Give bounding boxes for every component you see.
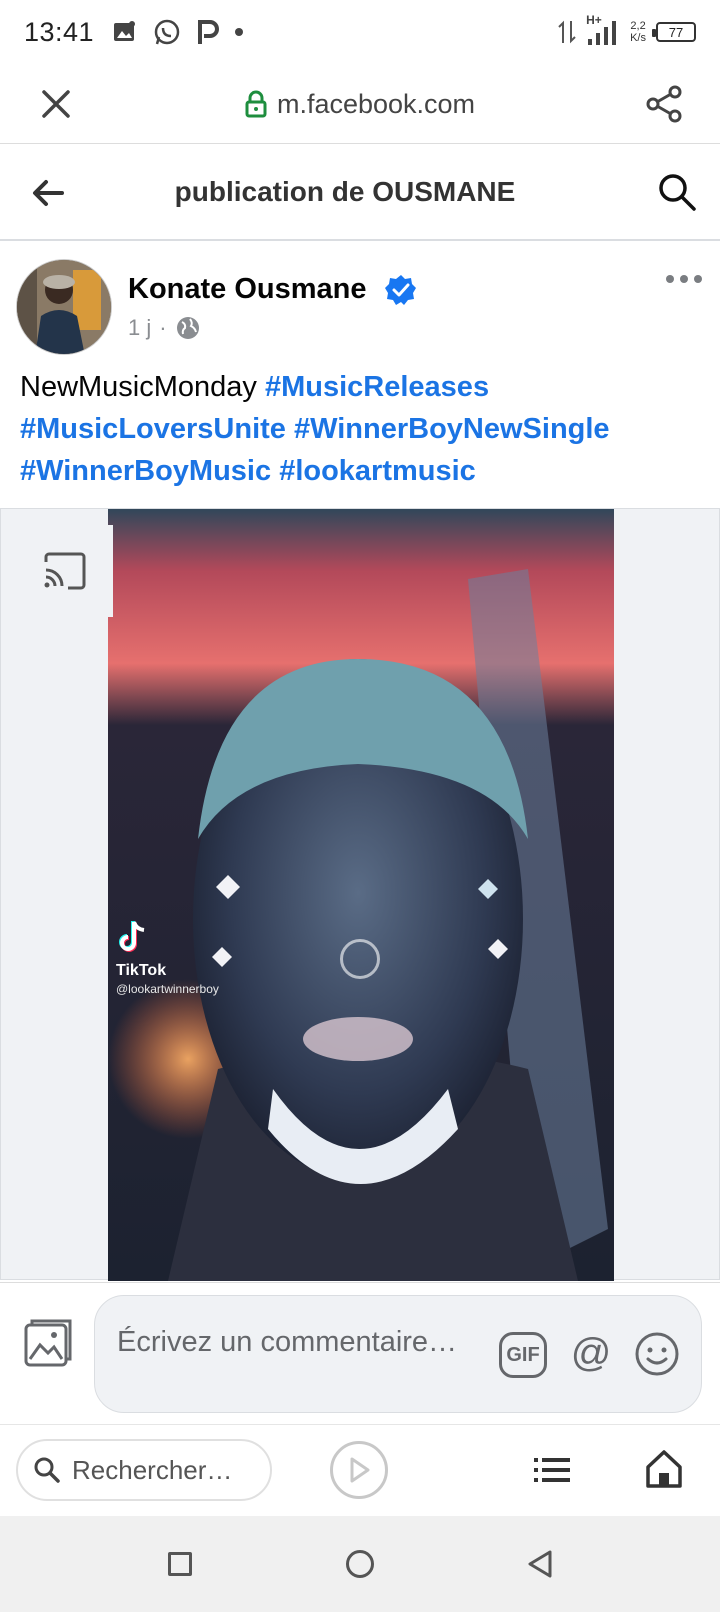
status-time: 13:41 xyxy=(24,16,95,47)
back-arrow-icon[interactable] xyxy=(28,173,68,213)
bottom-search-placeholder: Rechercher… xyxy=(72,1454,233,1485)
android-nav-bar xyxy=(0,1516,720,1612)
whatsapp-notification-icon xyxy=(154,19,180,45)
page-title: publication de OUSMANE xyxy=(174,176,516,207)
browser-toolbar: m.facebook.com xyxy=(0,64,720,144)
net-speed-unit: K/s xyxy=(630,32,646,44)
post-header: Konate Ousmane 1 j · xyxy=(0,245,720,355)
hashtag-link[interactable]: #MusicReleases xyxy=(265,371,489,403)
battery-icon: 77 xyxy=(652,22,696,42)
comment-placeholder: Écrivez un commentaire… xyxy=(117,1326,458,1358)
search-icon[interactable] xyxy=(656,171,698,213)
comment-input[interactable]: Écrivez un commentaire… GIF @ xyxy=(94,1295,702,1413)
net-speed-value: 2,2 xyxy=(630,20,646,32)
cast-icon[interactable] xyxy=(17,525,113,617)
hashtag-link[interactable]: #WinnerBoyMusic xyxy=(20,455,271,487)
bottom-toolbar: Rechercher… xyxy=(0,1424,720,1516)
hashtag-link[interactable]: #lookartmusic xyxy=(279,455,476,487)
net-speed: 2,2 K/s xyxy=(630,20,646,44)
emoji-icon[interactable] xyxy=(633,1330,681,1378)
tiktok-label: TikTok xyxy=(116,962,167,979)
mention-button[interactable]: @ xyxy=(567,1330,615,1378)
hashtag-link[interactable]: #WinnerBoyNewSingle xyxy=(294,413,610,445)
loading-spinner-icon xyxy=(340,939,380,979)
nav-back-icon[interactable] xyxy=(524,1548,556,1580)
post-text-plain: NewMusicMonday xyxy=(20,371,257,403)
signal-icon: H+ xyxy=(586,13,620,47)
more-options-icon[interactable] xyxy=(664,267,704,291)
tiktok-logo-icon xyxy=(119,921,145,952)
author-name[interactable]: Konate Ousmane xyxy=(128,273,367,306)
tiktok-watermark: TikTok @lookartwinnerboy xyxy=(116,919,219,996)
lock-icon xyxy=(245,90,267,118)
bottom-search-field[interactable]: Rechercher… xyxy=(16,1439,272,1501)
more-notifications-dot-icon xyxy=(235,28,244,36)
add-photo-icon[interactable] xyxy=(20,1315,76,1371)
meta-separator: · xyxy=(159,315,167,340)
status-bar: 13:41 H+ 2,2 K/s 77 xyxy=(0,0,720,64)
hashtag-link[interactable]: #MusicLoversUnite xyxy=(20,413,286,445)
gif-button[interactable]: GIF xyxy=(499,1332,547,1378)
verified-badge-icon xyxy=(385,275,416,305)
search-icon xyxy=(34,1457,60,1483)
share-icon[interactable] xyxy=(644,84,684,124)
post-text: NewMusicMonday #MusicReleases #MusicLove… xyxy=(20,366,700,492)
url-display: m.facebook.com xyxy=(0,64,720,144)
globe-icon xyxy=(176,317,199,339)
avatar[interactable] xyxy=(16,259,112,355)
tiktok-handle: @lookartwinnerboy xyxy=(116,982,219,996)
notification-icons xyxy=(112,17,244,47)
video-player[interactable]: TikTok @lookartwinnerboy xyxy=(0,508,720,1281)
close-icon[interactable] xyxy=(36,84,76,124)
list-menu-icon[interactable] xyxy=(532,1453,572,1487)
page-header: publication de OUSMANE xyxy=(0,145,720,241)
recent-apps-icon[interactable] xyxy=(168,1552,192,1576)
status-right-group: H+ 2,2 K/s 77 xyxy=(558,13,696,47)
p-notification-icon xyxy=(198,20,220,44)
play-icon[interactable] xyxy=(330,1441,388,1499)
comment-composer: Écrivez un commentaire… GIF @ xyxy=(0,1282,720,1422)
post-meta: 1 j · xyxy=(128,315,201,341)
network-type-label: H+ xyxy=(586,13,602,27)
data-transfer-icon xyxy=(558,20,576,44)
video-thumbnail xyxy=(108,509,614,1281)
home-icon[interactable] xyxy=(644,1447,684,1489)
video-frame[interactable]: TikTok @lookartwinnerboy xyxy=(108,509,614,1281)
gallery-notification-icon xyxy=(114,21,136,41)
post-time[interactable]: 1 j xyxy=(128,315,151,341)
url-text[interactable]: m.facebook.com xyxy=(277,89,475,120)
home-circle-icon[interactable] xyxy=(346,1550,374,1578)
battery-level: 77 xyxy=(668,24,684,40)
